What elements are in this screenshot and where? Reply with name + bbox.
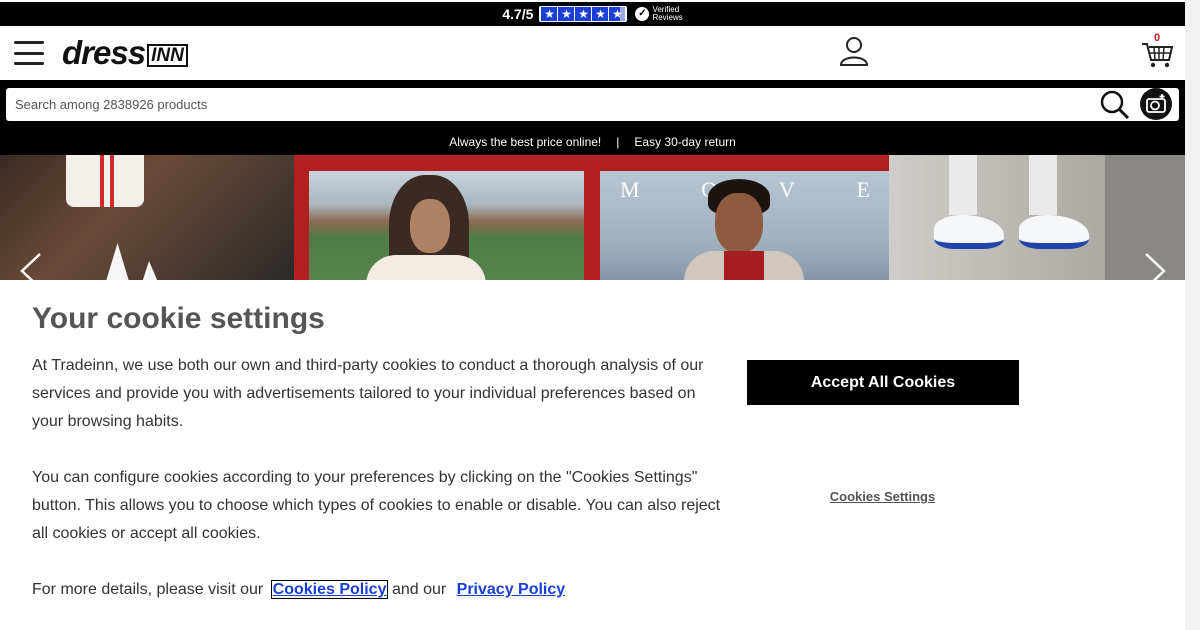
verified-label: Verified Reviews <box>652 5 683 22</box>
cookie-paragraph-configure: You can configure cookies according to y… <box>32 469 721 542</box>
search-bar <box>0 80 1185 128</box>
banner-tile-portrait[interactable] <box>294 155 600 280</box>
promo-bar: Always the best price online! | Easy 30-… <box>0 128 1185 155</box>
brand-mark-image <box>99 243 167 280</box>
accept-all-cookies-button[interactable]: Accept All Cookies <box>747 360 1019 405</box>
promo-separator: | <box>616 134 620 149</box>
site-logo[interactable]: dress INN <box>62 36 188 70</box>
rating-bar: 4.7/5 ★ ★ ★ ★ ★ ✓ Verified Reviews <box>0 0 1185 26</box>
banner-tile-tennis[interactable] <box>0 155 294 280</box>
star-icon: ★ <box>609 7 626 21</box>
banner-tile-move[interactable]: M O V E <box>600 155 889 280</box>
logo-dress-text: dress <box>62 34 146 71</box>
star-icon: ★ <box>541 7 558 21</box>
cart-button[interactable]: 0 <box>1140 32 1174 70</box>
cookies-policy-link[interactable]: Cookies Policy <box>270 580 389 599</box>
logo-inn-text: INN <box>147 44 188 67</box>
menu-icon[interactable] <box>14 41 44 65</box>
cookie-title: Your cookie settings <box>32 302 325 335</box>
promo-best-price: Always the best price online! <box>449 134 602 149</box>
cart-count-badge: 0 <box>1154 32 1161 44</box>
star-icon: ★ <box>592 7 609 21</box>
camera-search-icon[interactable] <box>1140 88 1172 120</box>
search-input[interactable] <box>6 88 1179 121</box>
promo-easy-return: Easy 30-day return <box>634 134 736 149</box>
banner-tile-sneakers[interactable] <box>889 155 1185 280</box>
cookie-consent-panel: Your cookie settings At Tradeinn, we use… <box>0 280 1185 630</box>
site-header: dress INN 0 <box>0 26 1185 80</box>
cookie-paragraph-analysis: At Tradeinn, we use both our own and thi… <box>32 357 704 430</box>
verified-reviews-badge[interactable]: ✓ Verified Reviews <box>635 5 683 22</box>
hero-carousel[interactable]: M O V E <box>0 155 1185 280</box>
privacy-policy-link[interactable]: Privacy Policy <box>457 581 566 598</box>
cookies-settings-button[interactable]: Cookies Settings <box>780 489 985 504</box>
user-account-icon[interactable] <box>838 35 870 67</box>
checkmark-icon: ✓ <box>635 7 650 21</box>
rating-score: 4.7/5 <box>502 6 534 22</box>
details-middle: and our <box>391 581 447 598</box>
star-rating: ★ ★ ★ ★ ★ <box>539 6 628 22</box>
cookie-paragraph-details: For more details, please visit our Cooki… <box>32 576 722 604</box>
search-icon[interactable] <box>1100 90 1130 120</box>
star-icon: ★ <box>575 7 592 21</box>
details-prefix: For more details, please visit our <box>32 581 264 598</box>
page-scrollbar[interactable] <box>1185 0 1200 630</box>
star-icon: ★ <box>558 7 575 21</box>
